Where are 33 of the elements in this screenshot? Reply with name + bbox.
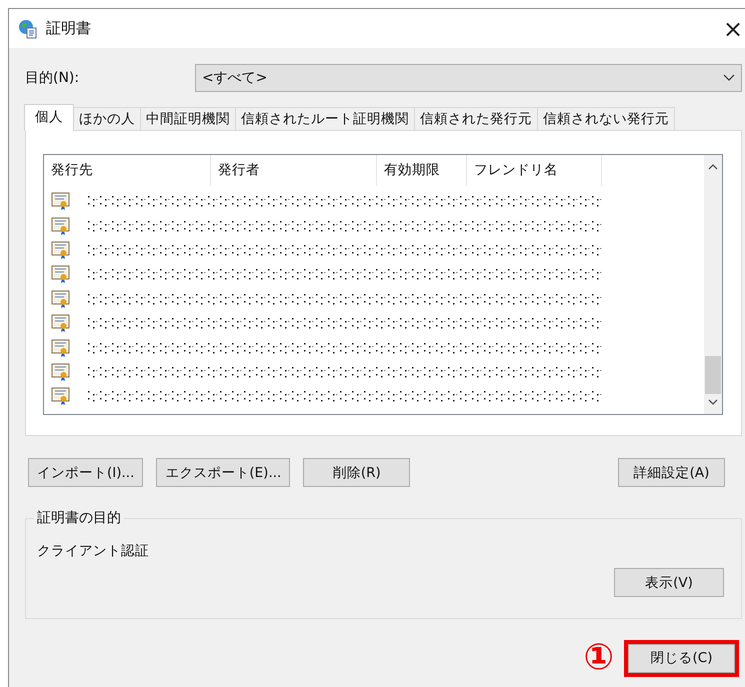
action-button[interactable]: 削除(R) <box>303 458 410 487</box>
purpose-text: クライアント認証 <box>37 542 150 560</box>
advanced-button[interactable]: 詳細設定(A) <box>618 458 725 487</box>
action-button[interactable]: エクスポート(E)... <box>156 458 290 487</box>
tab[interactable]: 信頼されない発行元 <box>537 107 675 130</box>
tab[interactable]: 個人 <box>24 104 74 131</box>
certificate-icon <box>51 191 71 212</box>
group-legend: 証明書の目的 <box>34 509 124 527</box>
scrollbar-thumb[interactable] <box>705 356 721 394</box>
certificate-icon <box>51 313 71 334</box>
certificate-icon <box>51 240 71 260</box>
window-title: 証明書 <box>46 19 91 38</box>
purpose-dropdown[interactable]: <すべて> <box>195 64 742 92</box>
purpose-label: 目的(N): <box>25 69 80 87</box>
column-header[interactable]: 発行先 <box>44 155 211 186</box>
view-button[interactable]: 表示(V) <box>614 568 724 597</box>
certificate-icon <box>51 338 71 358</box>
certificate-icon <box>51 216 71 236</box>
scrollbar[interactable] <box>704 155 722 414</box>
certificate-icon <box>51 362 71 382</box>
certificate-icon <box>51 264 71 284</box>
column-header[interactable]: フレンドリ名 <box>467 155 602 186</box>
column-header[interactable]: 発行者 <box>211 155 377 186</box>
certificate-icon <box>51 386 71 406</box>
certificate-globe-icon <box>18 18 38 38</box>
close-button[interactable]: × <box>719 14 745 42</box>
action-button[interactable]: インポート(I)... <box>28 458 144 487</box>
scroll-up-icon <box>708 163 718 171</box>
chevron-down-icon <box>723 74 735 82</box>
step-number: ① <box>584 638 614 678</box>
scroll-down-icon <box>708 398 718 406</box>
certificate-icon <box>51 288 71 309</box>
column-header[interactable]: 有効期限 <box>377 155 467 186</box>
